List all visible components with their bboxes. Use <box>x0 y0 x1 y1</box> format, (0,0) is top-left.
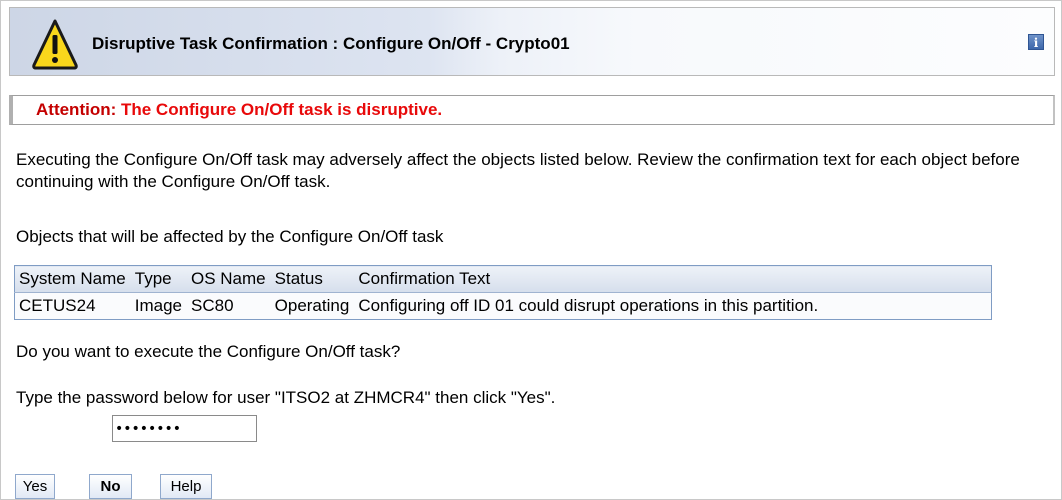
col-status[interactable]: Status <box>270 265 355 293</box>
table-row[interactable]: CETUS24 Image SC80 Operating Configuring… <box>14 292 992 320</box>
col-os-name[interactable]: OS Name <box>187 265 271 293</box>
col-confirmation-text[interactable]: Confirmation Text <box>354 265 992 293</box>
attention-banner: Attention: The Configure On/Off task is … <box>9 95 1055 125</box>
col-type[interactable]: Type <box>130 265 187 293</box>
attention-text: Attention: The Configure On/Off task is … <box>36 100 442 119</box>
objects-label: Objects that will be affected by the Con… <box>16 227 444 246</box>
cell-os-name: SC80 <box>187 292 271 320</box>
dialog-title: Disruptive Task Confirmation : Configure… <box>92 34 570 53</box>
cell-system-name: CETUS24 <box>14 292 131 320</box>
no-button[interactable]: No <box>89 474 132 499</box>
cell-type: Image <box>130 292 187 320</box>
affected-objects-table: System Name Type OS Name Status Confirma… <box>14 265 993 320</box>
yes-button[interactable]: Yes <box>15 474 55 499</box>
intro-text: Executing the Configure On/Off task may … <box>16 150 1020 191</box>
info-icon[interactable]: i <box>1028 34 1044 50</box>
warning-triangle-icon <box>32 19 78 70</box>
confirm-question: Do you want to execute the Configure On/… <box>16 342 401 361</box>
password-prompt: Type the password below for user "ITSO2 … <box>16 388 556 407</box>
cell-confirmation-text: Configuring off ID 01 could disrupt oper… <box>354 292 992 320</box>
attention-message: The Configure On/Off task is disruptive. <box>116 100 443 119</box>
cell-status: Operating <box>270 292 355 320</box>
col-system-name[interactable]: System Name <box>14 265 131 293</box>
table-header-row: System Name Type OS Name Status Confirma… <box>14 265 992 293</box>
help-button[interactable]: Help <box>160 474 212 499</box>
dialog-header: Disruptive Task Confirmation : Configure… <box>9 7 1055 76</box>
password-field[interactable] <box>112 415 257 442</box>
attention-prefix: Attention: <box>36 100 117 119</box>
